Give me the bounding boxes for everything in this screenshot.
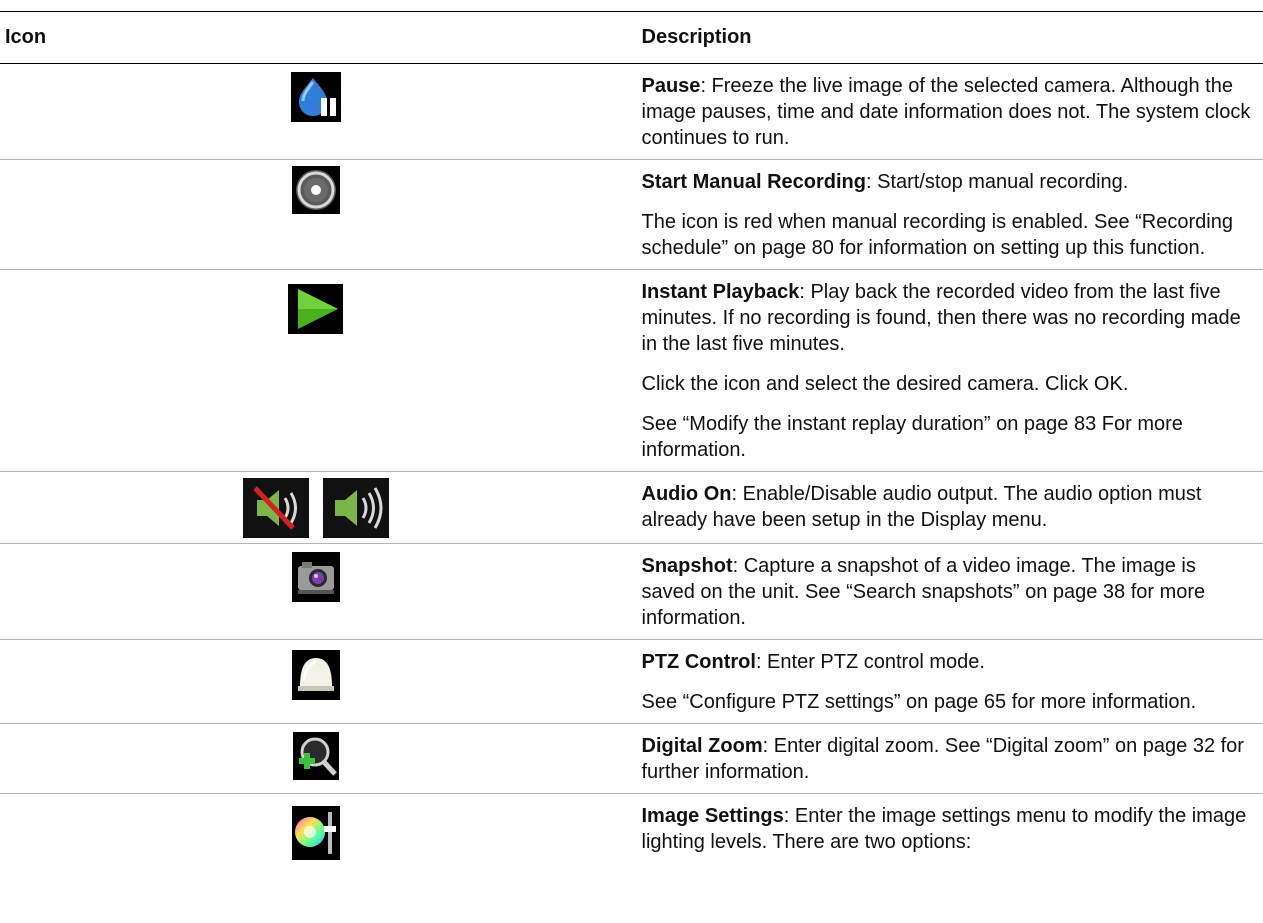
table-row: PTZ Control: Enter PTZ control mode. See…: [0, 639, 1263, 724]
description-paragraph: See “Configure PTZ settings” on page 65 …: [641, 691, 1197, 713]
table-row: Instant Playback: Play back the recorded…: [0, 269, 1263, 472]
icon-cell: [0, 639, 632, 724]
image-settings-icon: [291, 806, 340, 860]
description-paragraph: Snapshot: Capture a snapshot of a video …: [642, 553, 1254, 631]
item-title: Instant Playback: [641, 281, 800, 303]
description-cell: Audio On: Enable/Disable audio output. T…: [631, 471, 1263, 544]
description-paragraph: Digital Zoom: Enter digital zoom. See “D…: [642, 733, 1254, 785]
description-paragraph: Click the icon and select the desired ca…: [641, 373, 1129, 395]
description-paragraph: See “Modify the instant replay duration”…: [641, 413, 1183, 461]
play-icon: [288, 284, 344, 334]
description-paragraph: Pause: Freeze the live image of the sele…: [642, 73, 1254, 151]
description-cell: PTZ Control: Enter PTZ control mode. See…: [631, 639, 1263, 724]
column-header-icon: Icon: [0, 12, 632, 64]
description-cell: Start Manual Recording: Start/stop manua…: [631, 159, 1263, 270]
description-cell: Snapshot: Capture a snapshot of a video …: [631, 543, 1263, 640]
icon-cell: [0, 269, 632, 472]
description-paragraph: The icon is red when manual recording is…: [641, 211, 1233, 259]
ptz-dome-icon: [291, 650, 340, 700]
item-title: Audio On: [641, 483, 732, 505]
audio-off-icon: [242, 478, 309, 538]
pause-icon: [290, 72, 341, 122]
table-row: Start Manual Recording: Start/stop manua…: [0, 159, 1263, 270]
icon-cell: [0, 543, 632, 640]
table-row: Pause: Freeze the live image of the sele…: [0, 63, 1263, 160]
description-cell: Image Settings: Enter the image settings…: [632, 794, 1263, 894]
item-title: Pause: [641, 75, 701, 97]
description-paragraph: Image Settings: Enter the image settings…: [642, 803, 1254, 855]
camera-icon: [291, 552, 340, 602]
description-cell: Pause: Freeze the live image of the sele…: [631, 63, 1263, 160]
zoom-icon: [292, 732, 339, 780]
description-paragraph: Audio On: Enable/Disable audio output. T…: [642, 481, 1254, 533]
column-header-description: Description: [631, 12, 1263, 64]
description-paragraph: Start Manual Recording: Start/stop manua…: [642, 169, 1254, 195]
table-row: Snapshot: Capture a snapshot of a video …: [0, 543, 1263, 640]
audio-icon-pair: [242, 478, 389, 538]
item-title: Image Settings: [641, 805, 784, 827]
item-text: : Enter PTZ control mode.: [755, 651, 985, 673]
icon-cell: [0, 723, 632, 794]
icon-cell: [0, 471, 632, 544]
table-row: Audio On: Enable/Disable audio output. T…: [0, 471, 1263, 544]
description-cell: Digital Zoom: Enter digital zoom. See “D…: [631, 723, 1263, 794]
icon-cell: [0, 63, 632, 160]
icon-cell: [0, 794, 632, 894]
manual-recording-icon: [291, 166, 340, 214]
item-title: Snapshot: [641, 555, 733, 577]
table-row: Image Settings: Enter the image settings…: [0, 794, 1263, 894]
item-title: Digital Zoom: [641, 735, 763, 757]
table-row: Digital Zoom: Enter digital zoom. See “D…: [0, 723, 1263, 794]
description-paragraph: PTZ Control: Enter PTZ control mode.: [642, 649, 1254, 675]
icon-cell: [0, 159, 632, 270]
item-text: : Freeze the live image of the selected …: [641, 75, 1251, 149]
item-text: : Start/stop manual recording.: [865, 171, 1129, 193]
icon-description-table: Icon Description Pause: Freeze the live: [0, 12, 1263, 894]
description-cell: Instant Playback: Play back the recorded…: [631, 269, 1263, 472]
item-title: PTZ Control: [641, 651, 756, 673]
item-title: Start Manual Recording: [641, 171, 866, 193]
audio-on-icon: [322, 478, 389, 538]
description-paragraph: Instant Playback: Play back the recorded…: [642, 279, 1254, 357]
table-header-row: Icon Description: [0, 12, 1263, 64]
